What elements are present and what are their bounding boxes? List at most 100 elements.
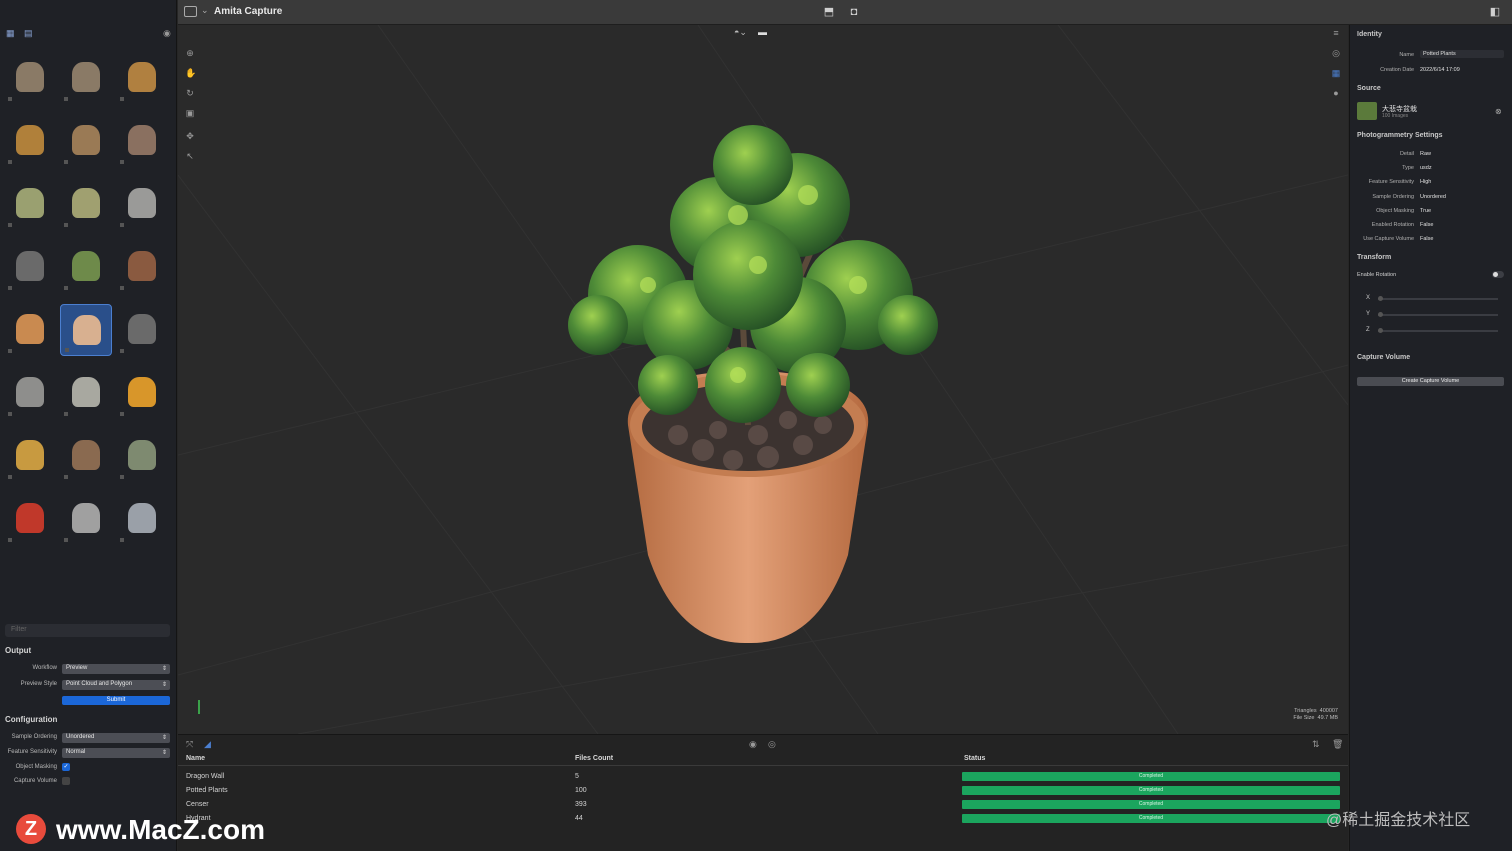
camera-icon[interactable]: ◘ <box>848 6 860 18</box>
zoom-icon[interactable]: ⊕ <box>185 48 195 58</box>
sidebar-toggle-icon[interactable] <box>184 6 197 17</box>
col-status[interactable]: Status <box>964 755 985 762</box>
thumbnail-item[interactable] <box>116 52 168 104</box>
status-progress-bar: Completed <box>962 814 1340 823</box>
thumbnail-item[interactable] <box>4 52 56 104</box>
status-marker <box>120 223 124 227</box>
model-thumbnail <box>128 251 156 281</box>
z-label: Z <box>1366 327 1370 333</box>
chevron-down-icon[interactable]: ⌄ <box>201 5 209 16</box>
source-remove-icon[interactable]: ⊗ <box>1495 107 1502 116</box>
thumbnail-item[interactable] <box>4 241 56 293</box>
status-marker <box>8 286 12 290</box>
hand-icon[interactable]: ✋ <box>185 68 196 78</box>
status-marker <box>64 286 68 290</box>
model-thumbnail <box>16 125 44 155</box>
table-row[interactable]: Potted Plants 100 Completed <box>178 784 1348 798</box>
feature-sensitivity-select[interactable]: Normal ⇕ <box>62 748 170 758</box>
status-marker <box>8 538 12 542</box>
capture-volume-checkbox[interactable] <box>62 777 70 785</box>
triangles-value: 400007 <box>1319 708 1338 714</box>
thumbnail-item[interactable] <box>4 367 56 419</box>
eye-icon[interactable]: ◉ <box>163 28 171 39</box>
import-icon[interactable]: ⬒ <box>823 6 835 18</box>
thumbnail-item[interactable] <box>116 115 168 167</box>
preview-style-select[interactable]: Point Cloud and Polygon ⇕ <box>62 680 170 690</box>
col-files-count[interactable]: Files Count <box>575 755 613 762</box>
thumbnail-item[interactable] <box>116 304 168 356</box>
status-marker <box>120 412 124 416</box>
setting-value: Unordered <box>1420 193 1446 200</box>
filter-icon[interactable]: ◢ <box>204 739 211 750</box>
library-icon[interactable]: ▦ <box>6 28 15 39</box>
setting-label: Sample Ordering <box>1372 193 1414 200</box>
workflow-select[interactable]: Preview ⇕ <box>62 664 170 674</box>
move-icon[interactable]: ✥ <box>185 131 195 141</box>
thumbnail-item[interactable] <box>4 178 56 230</box>
x-slider[interactable] <box>1378 296 1498 301</box>
triangles-label: Triangles <box>1294 708 1317 714</box>
info-icon[interactable]: ● <box>1331 88 1341 98</box>
inspector-panel: Identity Name Potted Plants Creation Dat… <box>1349 25 1512 851</box>
table-row[interactable]: Hydrant 44 Completed <box>178 812 1348 826</box>
display-mode-icon[interactable]: ◓⌄ <box>734 27 747 38</box>
thumbnail-item[interactable] <box>4 493 56 545</box>
menu-icon[interactable]: ≡ <box>1331 28 1341 38</box>
name-field[interactable]: Potted Plants <box>1420 50 1504 58</box>
model-thumbnail <box>128 125 156 155</box>
axis-gizmo <box>198 700 200 714</box>
thumbnail-item[interactable] <box>116 241 168 293</box>
workflow-value: Preview <box>66 665 88 671</box>
stop-icon[interactable]: ◎ <box>768 739 776 750</box>
trash-icon[interactable]: 🗑 <box>1332 739 1343 750</box>
thumbnail-item[interactable] <box>116 430 168 482</box>
play-icon[interactable]: ◉ <box>749 739 757 750</box>
sort-icon[interactable]: ⇅ <box>1312 739 1320 750</box>
thumbnail-item[interactable] <box>60 430 112 482</box>
frame-icon[interactable]: ▣ <box>185 108 195 118</box>
layers-icon[interactable]: ▦ <box>1331 68 1341 78</box>
rotate-icon[interactable]: ↻ <box>185 88 195 98</box>
filter-input[interactable]: Filter <box>5 624 170 637</box>
thumbnail-item[interactable] <box>116 367 168 419</box>
inspector-toggle-icon[interactable]: ◧ <box>1489 6 1501 18</box>
thumbnail-item[interactable] <box>60 493 112 545</box>
status-marker <box>8 412 12 416</box>
setting-value: Raw <box>1420 151 1432 157</box>
object-masking-checkbox[interactable]: ✓ <box>62 763 70 771</box>
thumbnail-item[interactable] <box>4 430 56 482</box>
pointer-icon[interactable]: ↖ <box>185 151 195 161</box>
thumbnail-item[interactable] <box>4 115 56 167</box>
thumbnail-item[interactable] <box>60 52 112 104</box>
thumbnail-item[interactable] <box>60 115 112 167</box>
status-marker <box>8 475 12 479</box>
table-row[interactable]: Dragon Wall 5 Completed <box>178 770 1348 784</box>
thumbnail-item[interactable] <box>60 367 112 419</box>
view-mode-icon[interactable]: ▬ <box>758 27 767 37</box>
source-thumbnail[interactable] <box>1357 102 1377 120</box>
create-capture-volume-button[interactable]: Create Capture Volume <box>1357 377 1504 386</box>
source-subtitle: 100 Images <box>1382 113 1409 119</box>
thumbnail-item[interactable] <box>4 304 56 356</box>
thumbnail-item[interactable] <box>60 178 112 230</box>
collapse-icon[interactable]: ⤧ <box>186 739 193 750</box>
model-thumbnail <box>16 62 44 92</box>
grid-view-icon[interactable]: ▤ <box>24 28 33 39</box>
y-slider[interactable] <box>1378 312 1498 317</box>
enable-rotation-toggle[interactable] <box>1492 271 1504 278</box>
sample-ordering-select[interactable]: Unordered ⇕ <box>62 733 170 743</box>
z-slider[interactable] <box>1378 328 1498 333</box>
setting-value: False <box>1420 236 1434 243</box>
thumbnail-item[interactable] <box>60 304 112 356</box>
3d-viewport[interactable]: ⊕ ✋ ↻ ▣ ✥ ↖ ◓⌄ ▬ ≡ ◎ ▦ ● Triangles 40000… <box>178 25 1348 734</box>
settings-icon[interactable]: ◎ <box>1331 48 1341 58</box>
thumbnail-item[interactable] <box>116 178 168 230</box>
thumbnail-item[interactable] <box>116 493 168 545</box>
thumbnail-item[interactable] <box>60 241 112 293</box>
model-thumbnail <box>16 188 44 218</box>
row-name: Dragon Wall <box>186 773 225 780</box>
table-row[interactable]: Censer 393 Completed <box>178 798 1348 812</box>
status-marker <box>120 160 124 164</box>
submit-button[interactable]: Submit <box>62 696 170 705</box>
col-name[interactable]: Name <box>186 755 205 762</box>
